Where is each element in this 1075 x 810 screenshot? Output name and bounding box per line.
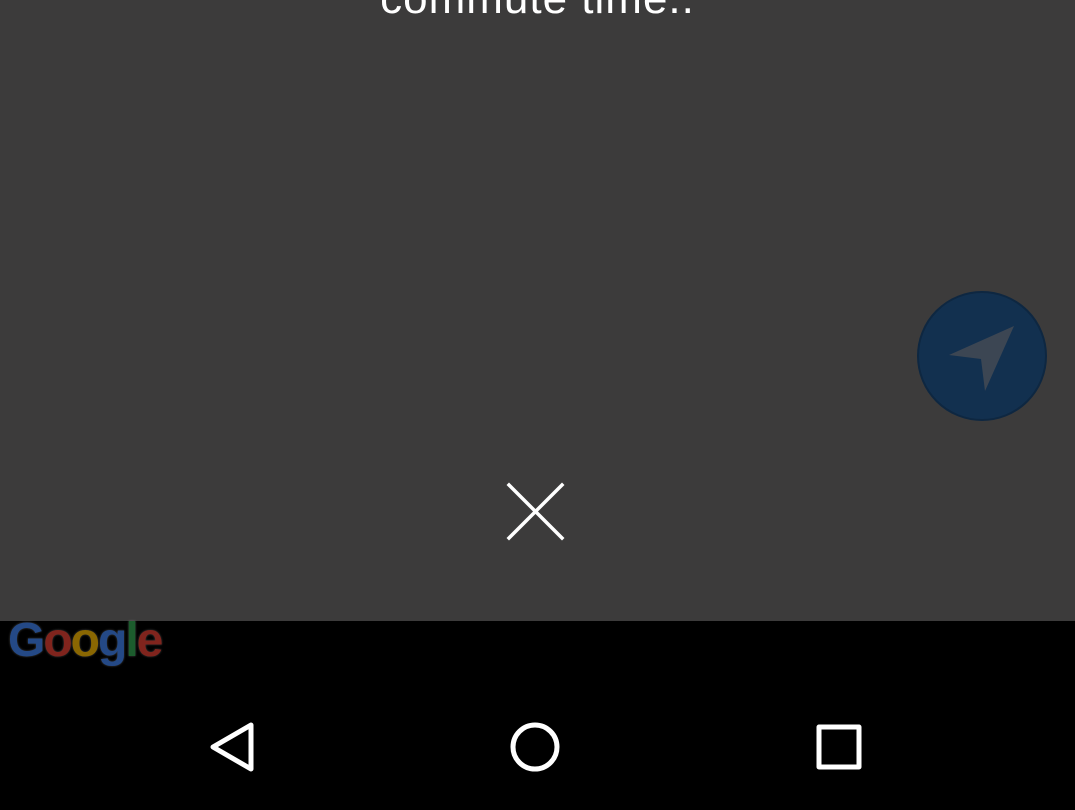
navigation-arrow-icon [949, 326, 1014, 391]
logo-letter: o [70, 614, 100, 667]
tutorial-overlay[interactable]: commute time.. [0, 0, 1075, 621]
screen: commute time.. Google [0, 0, 1075, 810]
recents-square-icon [816, 724, 862, 770]
google-logo: Google [8, 613, 164, 668]
overlay-header-text: commute time.. [0, 0, 1075, 24]
system-navigation-bar [0, 681, 1075, 810]
home-button[interactable] [505, 717, 565, 777]
back-triangle-icon [210, 722, 254, 772]
logo-letter: G [8, 614, 45, 667]
logo-letter: g [98, 614, 127, 667]
logo-letter: o [43, 614, 72, 667]
close-button[interactable] [500, 476, 570, 546]
navigate-button[interactable] [917, 291, 1047, 421]
back-button[interactable] [203, 717, 263, 777]
recents-button[interactable] [809, 717, 869, 777]
logo-letter: l [125, 614, 138, 667]
home-circle-icon [510, 722, 560, 772]
close-icon [506, 482, 565, 541]
logo-letter: e [136, 614, 164, 667]
